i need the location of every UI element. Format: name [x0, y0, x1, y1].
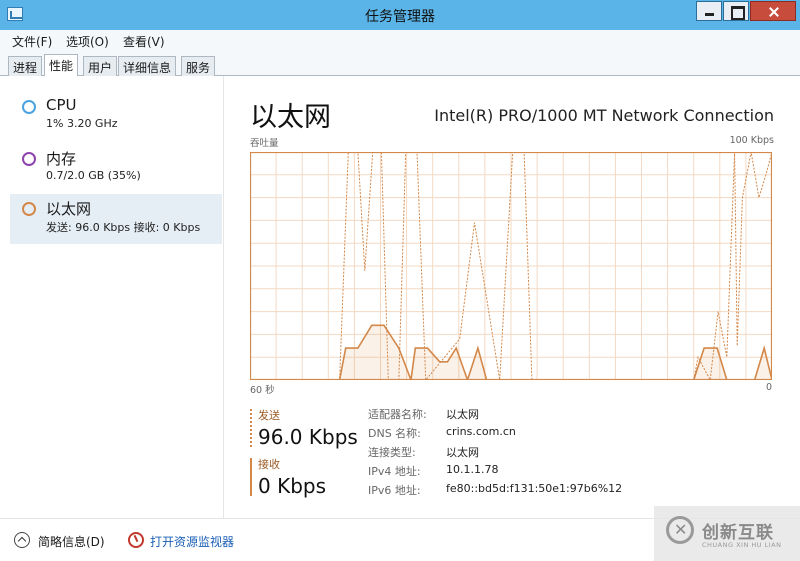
sidebar-item-value: 发送: 96.0 Kbps 接收: 0 Kbps — [46, 221, 201, 234]
sidebar-item-value: 0.7/2.0 GB (35%) — [46, 169, 141, 182]
fewer-details-link[interactable]: 简略信息(D) — [38, 533, 105, 550]
property-key: DNS 名称: — [368, 427, 421, 440]
throughput-label: 吞吐量 — [250, 138, 279, 149]
maximize-button[interactable] — [723, 1, 749, 21]
tab-performance[interactable]: 性能 — [44, 54, 79, 77]
tab-details[interactable]: 详细信息 — [118, 56, 177, 76]
performance-sidebar: CPU 1% 3.20 GHz 内存 0.7/2.0 GB (35%) 以太网 … — [0, 76, 224, 518]
title-bar: 任务管理器 — [0, 0, 800, 30]
property-key: 连接类型: — [368, 446, 416, 459]
watermark: 创新互联 CHUANG XIN HU LIAN — [654, 506, 800, 561]
send-indicator — [250, 409, 252, 447]
receive-label: 接收 — [258, 458, 280, 471]
menu-view[interactable]: 查看(V) — [123, 33, 165, 50]
throughput-chart — [250, 152, 772, 380]
ethernet-circle-icon — [22, 202, 36, 216]
property-key: IPv6 地址: — [368, 484, 421, 497]
brand-logo-icon — [666, 516, 694, 544]
chart-max-label: 100 Kbps — [729, 135, 774, 146]
property-value: 以太网 — [446, 446, 479, 459]
sidebar-item-memory[interactable]: 内存 0.7/2.0 GB (35%) — [10, 144, 222, 194]
receive-value: 0 Kbps — [258, 474, 327, 498]
chart-time-label: 60 秒 — [250, 385, 275, 396]
receive-indicator — [250, 458, 252, 496]
page-title: 以太网 — [250, 102, 331, 133]
receive-stat: 接收 0 Kbps — [250, 456, 326, 498]
send-stat: 发送 96.0 Kbps — [250, 407, 358, 449]
chart-zero-label: 0 — [765, 382, 772, 393]
property-key: IPv4 地址: — [368, 465, 421, 478]
sidebar-item-ethernet[interactable]: 以太网 发送: 96.0 Kbps 接收: 0 Kbps — [10, 194, 222, 244]
tab-services[interactable]: 服务 — [181, 56, 216, 76]
send-label: 发送 — [258, 409, 280, 422]
property-value: fe80::bd5d:f131:50e1:97b6%12 — [446, 482, 623, 495]
chevron-up-icon[interactable] — [14, 532, 30, 548]
sidebar-item-value: 1% 3.20 GHz — [46, 117, 118, 130]
resource-monitor-link[interactable]: 打开资源监视器 — [150, 533, 234, 550]
memory-circle-icon — [22, 152, 36, 166]
send-value: 96.0 Kbps — [258, 425, 358, 449]
sidebar-item-label: CPU — [46, 96, 77, 114]
watermark-text: 创新互联 — [702, 523, 774, 543]
sidebar-item-label: 内存 — [46, 150, 77, 168]
watermark-subtext: CHUANG XIN HU LIAN — [702, 541, 782, 549]
property-value: 以太网 — [446, 408, 479, 421]
property-value: crins.com.cn — [446, 425, 516, 438]
sidebar-item-cpu[interactable]: CPU 1% 3.20 GHz — [10, 92, 222, 142]
ethernet-panel: 以太网 Intel(R) PRO/1000 MT Network Connect… — [224, 76, 800, 518]
resource-monitor-icon[interactable] — [128, 532, 144, 548]
cpu-circle-icon — [22, 100, 36, 114]
property-value: 10.1.1.78 — [446, 463, 499, 476]
sidebar-item-label: 以太网 — [46, 200, 92, 218]
menu-bar: 文件(F) 选项(O) 查看(V) — [0, 30, 800, 52]
tab-bar: 进程 性能 用户 详细信息 服务 — [0, 52, 800, 77]
adapter-name: Intel(R) PRO/1000 MT Network Connection — [434, 106, 774, 125]
menu-options[interactable]: 选项(O) — [66, 33, 109, 50]
minimize-button[interactable] — [696, 1, 722, 21]
close-button[interactable] — [750, 1, 796, 21]
tab-users[interactable]: 用户 — [83, 56, 118, 76]
menu-file[interactable]: 文件(F) — [12, 33, 52, 50]
window-title: 任务管理器 — [365, 9, 435, 25]
tab-processes[interactable]: 进程 — [8, 56, 43, 76]
property-key: 适配器名称: — [368, 408, 427, 421]
